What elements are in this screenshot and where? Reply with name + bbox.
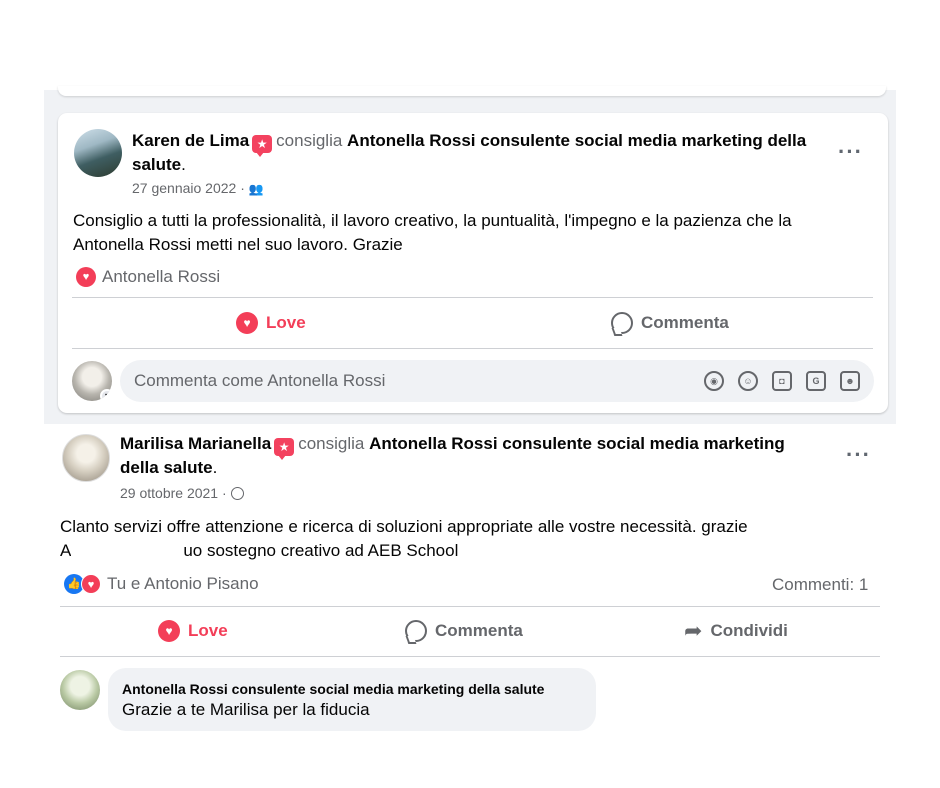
reaction-icons: 👍 ♥ [64,574,101,594]
divider [72,348,873,349]
divider [60,656,880,657]
comment-placeholder: Commenta come Antonella Rossi [134,371,386,390]
post-meta: 27 gennaio 2022 · 👥 [132,180,264,196]
recommendation-post-card: Marilisa Marianella ★ consiglia Antonella … [44,424,896,738]
reactions-names: Tu e Antonio Pisano [107,574,259,593]
camera-icon[interactable]: ◘ [772,371,792,391]
redacted-text [71,539,184,559]
recommendation-post-card: Karen de Lima ★ consiglia Antonella Rossi … [58,113,888,413]
share-button[interactable]: ➦ Condividi [684,620,788,642]
post-text-line: Antonella Rossi metti nel suo lavoro. Gr… [73,235,403,254]
post-date[interactable]: 27 gennaio 2022 · [132,180,245,196]
comment-tools: ◉ ☺ ◘ G ☻ [704,371,874,391]
page-name-cont[interactable]: salute [132,155,181,174]
reactions-summary[interactable]: 👍 ♥ Tu e Antonio Pisano [64,574,259,594]
comment-button[interactable]: Commenta [405,620,523,642]
previous-card-edge [58,86,886,96]
page-suffix: . [212,458,218,477]
page-name[interactable]: Antonella Rossi consulente social media … [347,131,806,150]
recommends-label: consiglia [276,131,343,150]
author-name[interactable]: Karen de Lima [132,131,249,150]
post-text: Clanto servizi offre attenzione e ricerc… [60,515,880,563]
post-meta: 29 ottobre 2021 · [120,485,244,501]
comment-icon [405,620,427,642]
avatar[interactable] [74,129,122,177]
page-name-cont[interactable]: della salute [120,458,213,477]
reactions-summary[interactable]: ♥ Antonella Rossi [76,267,220,287]
post-header: Karen de Lima ★ consiglia Antonella Rossi … [132,129,832,177]
love-reaction-icon: ♥ [81,574,101,594]
more-options-icon[interactable]: ··· [838,141,863,163]
divider [60,606,880,607]
comments-count[interactable]: Commenti: 1 [772,575,868,595]
avatar[interactable] [60,670,100,710]
comment-author[interactable]: Antonella Rossi consulente social media … [122,680,582,698]
avatar[interactable] [62,434,110,482]
comment-label: Commenta [641,313,729,332]
emoji-icon[interactable]: ☺ [738,371,758,391]
divider [72,297,873,298]
sticker-icon[interactable]: ☻ [840,371,860,391]
avatar[interactable]: ▾ [72,361,112,401]
post-text-line: Consiglio a tutti la professionalità, il… [73,211,792,230]
love-icon: ♥ [236,312,258,334]
comment-bubble: Antonella Rossi consulente social media … [108,668,596,731]
comment-input[interactable]: Commenta come Antonella Rossi ◉ ☺ ◘ G ☻ [120,360,874,402]
more-options-icon[interactable]: ··· [846,444,871,466]
page-suffix: . [181,155,186,174]
comment-label: Commenta [435,621,523,640]
post-text: Consiglio a tutti la professionalità, il… [73,209,873,257]
globe-icon [230,487,244,500]
friends-icon: 👥 [248,182,264,196]
comment-text: Grazie a te Marilisa per la fiducia [122,700,370,719]
avatar-sticker-icon[interactable]: ◉ [704,371,724,391]
love-label: Love [188,621,228,640]
post-text-line: Clanto servizi offre attenzione e ricerc… [60,517,748,536]
recommendation-icon: ★ [274,438,295,460]
love-reaction-icon: ♥ [76,267,96,287]
recommends-label: consiglia [298,434,365,453]
reactions-names: Antonella Rossi [102,267,221,286]
comment-button[interactable]: Commenta [611,312,729,334]
post-date[interactable]: 29 ottobre 2021 · [120,485,227,501]
love-icon: ♥ [158,620,180,642]
share-label: Condividi [710,621,788,640]
love-label: Love [266,313,306,332]
love-button[interactable]: ♥ Love [158,620,228,642]
recommendation-icon: ★ [252,135,273,157]
gif-icon[interactable]: G [806,371,826,391]
page-name[interactable]: Antonella Rossi consulente social media … [369,434,785,453]
comment-icon [611,312,633,334]
author-name[interactable]: Marilisa Marianella [120,434,271,453]
post-text-line: Auo sostegno creativo ad AEB School [60,539,459,560]
love-button[interactable]: ♥ Love [236,312,306,334]
chevron-down-icon[interactable]: ▾ [100,389,112,401]
post-header: Marilisa Marianella ★ consiglia Antonella … [120,432,830,480]
share-icon: ➦ [684,618,703,643]
